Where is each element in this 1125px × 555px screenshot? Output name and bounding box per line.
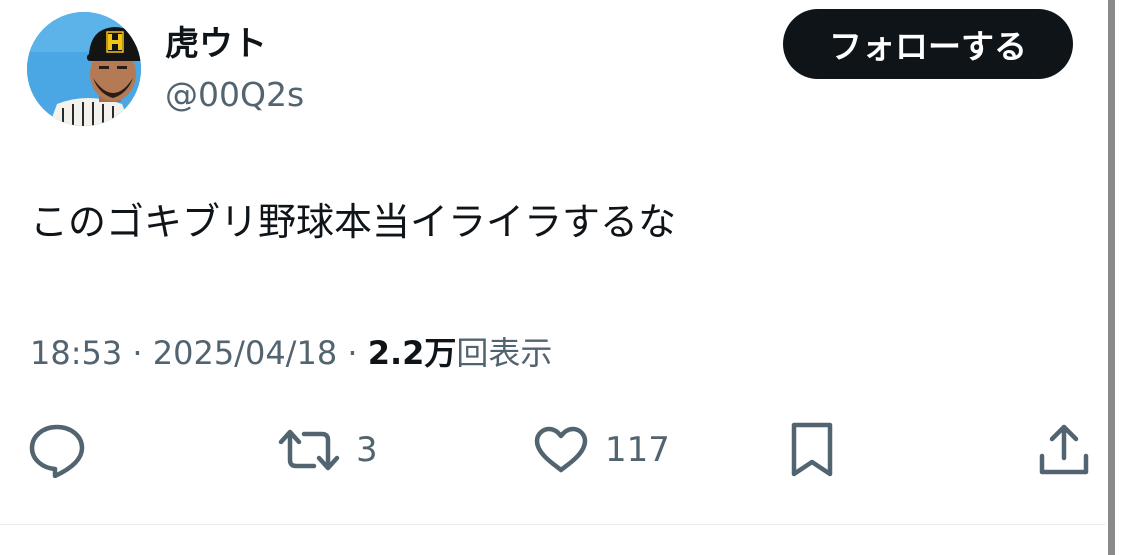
tweet-card: 虎ウト @00Q2s フォローする このゴキブリ野球本当イライラするな 18:5…: [0, 0, 1105, 555]
baseball-player-avatar-icon: [27, 12, 141, 126]
share-button[interactable]: [1038, 410, 1090, 490]
views-count: 2.2万: [367, 334, 457, 372]
retweet-button[interactable]: 3: [278, 410, 378, 490]
user-handle[interactable]: @00Q2s: [165, 70, 304, 120]
like-button[interactable]: 117: [533, 410, 670, 490]
meta-separator: ·: [337, 334, 368, 372]
views-label: 回表示: [456, 334, 553, 372]
bookmark-button[interactable]: [788, 410, 836, 490]
heart-icon: [534, 426, 588, 473]
reply-button[interactable]: [28, 410, 86, 490]
tweet-text: このゴキブリ野球本当イライラするな: [30, 200, 677, 244]
retweet-count: 3: [356, 430, 378, 470]
tweet-meta: 18:53 · 2025/04/18 · 2.2万回表示: [30, 329, 552, 377]
scrollbar[interactable]: [1108, 0, 1115, 555]
avatar[interactable]: [27, 12, 141, 126]
tweet-time[interactable]: 18:53: [30, 334, 122, 372]
tweet-actions: 3 117: [0, 410, 1105, 490]
like-count: 117: [605, 430, 670, 470]
retweet-icon: [278, 429, 340, 471]
share-icon: [1039, 424, 1089, 475]
reply-icon: [29, 424, 85, 478]
divider: [0, 524, 1105, 525]
follow-button[interactable]: フォローする: [783, 9, 1073, 79]
meta-separator: ·: [122, 334, 153, 372]
bookmark-icon: [791, 422, 833, 477]
tweet-date[interactable]: 2025/04/18: [153, 334, 337, 372]
display-name[interactable]: 虎ウト: [165, 18, 267, 70]
